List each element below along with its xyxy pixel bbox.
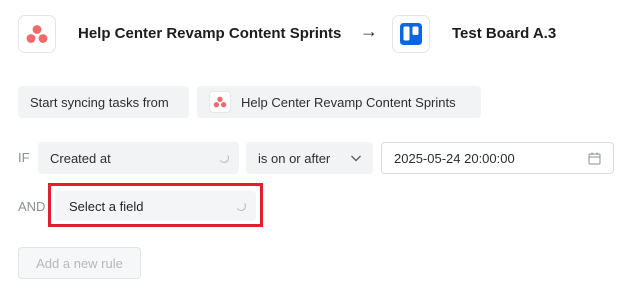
sync-from-label: Start syncing tasks from xyxy=(18,86,189,118)
source-project-chip[interactable]: Help Center Revamp Content Sprints xyxy=(197,86,481,118)
source-project-title: Help Center Revamp Content Sprints xyxy=(78,25,342,42)
asana-logo-icon xyxy=(26,25,48,43)
arrow-right-icon: → xyxy=(360,21,378,41)
chevron-down-icon xyxy=(351,155,361,162)
rule-operator-select[interactable]: is on or after xyxy=(246,142,373,174)
loading-spinner-icon xyxy=(218,152,230,164)
if-keyword: IF xyxy=(18,150,30,165)
target-board-title: Test Board A.3 xyxy=(452,25,557,42)
rule-date-value: 2025-05-24 20:00:00 xyxy=(394,150,515,166)
rule-field-select[interactable]: Created at xyxy=(38,142,239,174)
source-app-logo xyxy=(18,15,56,53)
rule-operator-value: is on or after xyxy=(258,150,331,166)
target-app-logo xyxy=(392,15,430,53)
source-project-name: Help Center Revamp Content Sprints xyxy=(241,94,456,110)
add-rule-button[interactable]: Add a new rule xyxy=(18,247,141,279)
rule-date-input[interactable]: 2025-05-24 20:00:00 xyxy=(381,142,614,174)
calendar-icon[interactable] xyxy=(588,152,601,165)
asana-logo-icon xyxy=(209,91,231,113)
new-rule-field-select[interactable]: Select a field xyxy=(55,191,256,221)
new-rule-field-placeholder: Select a field xyxy=(69,198,144,214)
rule-field-value: Created at xyxy=(50,150,111,166)
loading-spinner-icon xyxy=(235,200,247,212)
and-keyword: AND xyxy=(18,199,46,214)
trello-logo-icon xyxy=(400,23,422,45)
sync-label-text: Start syncing tasks from xyxy=(30,94,169,110)
